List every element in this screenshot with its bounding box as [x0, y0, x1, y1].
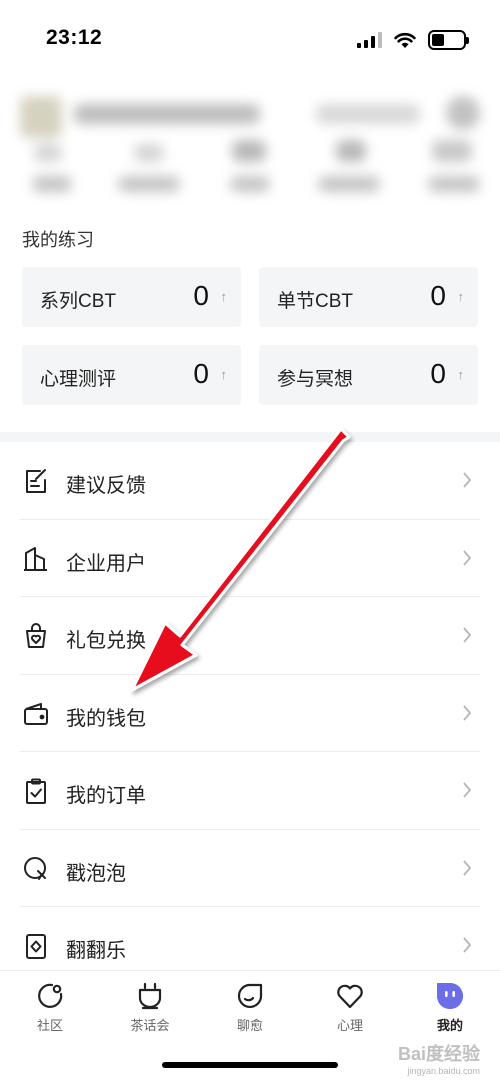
card-flip-icon	[26, 934, 46, 959]
arrow-up-icon: ↑	[220, 367, 228, 382]
tab-mine[interactable]: 我的	[410, 981, 490, 1034]
settings-blur	[446, 96, 480, 130]
gift-bag-icon	[26, 623, 46, 648]
menu-item-orders[interactable]: 我的订单	[20, 752, 480, 830]
menu-label: 戳泡泡	[66, 862, 126, 885]
menu-label: 我的订单	[66, 785, 146, 807]
community-icon	[38, 983, 63, 1008]
menu-item-bubbles[interactable]: 戳泡泡	[20, 830, 480, 907]
tab-tea-party[interactable]: 茶话会	[110, 981, 190, 1034]
card-label: 单节CBT	[277, 291, 354, 312]
wifi-icon	[394, 32, 416, 48]
watermark-text: Bai度经验	[397, 1044, 480, 1064]
practice-section-title: 我的练习	[22, 230, 94, 250]
stat-label-blur-3	[230, 176, 270, 192]
username-blur	[74, 104, 260, 124]
menu-item-enterprise[interactable]: 企业用户	[20, 520, 480, 597]
menu-item-feedback[interactable]: 建议反馈	[20, 442, 480, 520]
menu-list: 建议反馈 企业用户 礼包兑换 我的钱包 我的订单 戳泡泡 翻翻乐	[0, 442, 500, 985]
tab-label: 我的	[436, 1018, 463, 1033]
card-label: 系列CBT	[40, 291, 117, 312]
tab-psychology[interactable]: 心理	[310, 981, 390, 1034]
stat-blur-5	[432, 140, 472, 162]
tab-label: 心理	[336, 1018, 363, 1033]
watermark-logo: Bai度经验 jingyan.baidu.com	[398, 1040, 480, 1076]
menu-label: 企业用户	[66, 552, 146, 575]
menu-label: 我的钱包	[66, 707, 146, 730]
tea-cup-icon	[138, 982, 162, 1010]
menu-label: 礼包兑换	[66, 630, 146, 652]
profile-header-blurred[interactable]	[0, 88, 500, 200]
chevron-right-icon	[463, 472, 472, 488]
stat-blur-4	[336, 140, 366, 162]
stat-blur-2	[134, 144, 164, 162]
stat-label-blur-4	[318, 176, 380, 192]
arrow-up-icon: ↑	[457, 367, 465, 382]
chevron-right-icon	[463, 937, 472, 953]
stat-label-blur-1	[32, 176, 72, 192]
bubble-icon	[24, 856, 46, 880]
tab-label: 社区	[36, 1018, 63, 1033]
profile-page: 23:12 我的练习 系列CBT 0 ↑ 单节CBT 0 ↑ 心理测评 0 ↑ …	[0, 0, 500, 1083]
status-time: 23:12	[46, 26, 103, 49]
profile-face-icon	[437, 983, 463, 1009]
battery-icon	[428, 30, 469, 50]
tab-chat-heal[interactable]: 聊愈	[210, 981, 290, 1034]
menu-item-wallet[interactable]: 我的钱包	[20, 675, 480, 752]
status-icons	[357, 30, 469, 50]
stat-label-blur-2	[118, 176, 180, 192]
tab-community[interactable]: 社区	[10, 981, 90, 1034]
feedback-icon	[26, 469, 46, 493]
card-value: 0	[430, 358, 446, 389]
card-value: 0	[193, 358, 209, 389]
card-label: 心理测评	[40, 369, 117, 390]
arrow-up-icon: ↑	[457, 289, 465, 304]
chevron-right-icon	[463, 704, 472, 721]
stat-blur-3	[232, 140, 266, 162]
building-icon	[24, 546, 47, 571]
card-value: 0	[430, 280, 446, 311]
chevron-right-icon	[463, 627, 472, 643]
chevron-right-icon	[463, 549, 472, 566]
stat-label-blur-5	[428, 176, 480, 192]
heart-icon	[337, 984, 363, 1009]
wallet-icon	[24, 702, 48, 725]
practice-card-meditation[interactable]: 参与冥想 0 ↑	[259, 345, 478, 405]
chevron-right-icon	[463, 782, 472, 798]
clipboard-check-icon	[26, 778, 46, 804]
practice-card-series-cbt[interactable]: 系列CBT 0 ↑	[22, 267, 241, 327]
stat-blur-1	[34, 144, 62, 162]
practice-card-single-cbt[interactable]: 单节CBT 0 ↑	[259, 267, 478, 327]
card-value: 0	[193, 280, 209, 311]
chat-leaf-icon	[237, 983, 263, 1008]
menu-item-gift-redeem[interactable]: 礼包兑换	[20, 597, 480, 675]
section-divider	[0, 432, 500, 442]
signal-icon	[357, 32, 382, 48]
home-indicator[interactable]	[162, 1062, 338, 1068]
arrow-up-icon: ↑	[220, 289, 228, 304]
status-bar: 23:12	[0, 0, 500, 80]
tab-label: 聊愈	[236, 1018, 263, 1033]
practice-card-assessment[interactable]: 心理测评 0 ↑	[22, 345, 241, 405]
watermark-url: jingyan.baidu.com	[407, 1066, 480, 1076]
chevron-right-icon	[463, 859, 472, 876]
avatar	[20, 96, 62, 138]
menu-label: 建议反馈	[66, 475, 146, 497]
edit-profile-blur	[316, 104, 420, 124]
card-label: 参与冥想	[277, 369, 354, 390]
tab-label: 茶话会	[130, 1018, 170, 1033]
menu-label: 翻翻乐	[66, 940, 126, 962]
